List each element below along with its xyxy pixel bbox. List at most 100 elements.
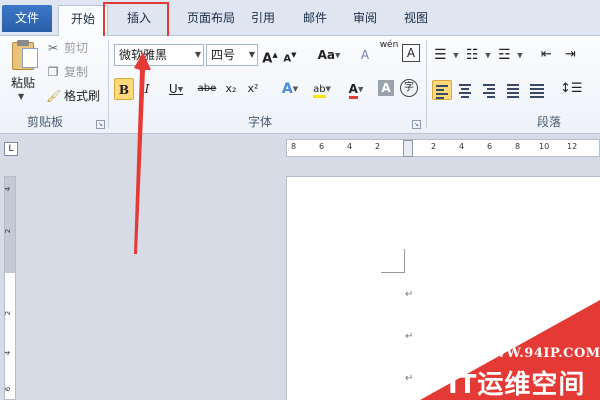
underline-button[interactable]: U▼	[162, 78, 190, 100]
character-border-button[interactable]: A	[402, 44, 420, 62]
format-painter-button[interactable]: 🖌 格式刷	[46, 86, 100, 106]
ruler-number: 2	[431, 142, 437, 151]
multilevel-dropdown-icon[interactable]: ▼	[516, 46, 524, 64]
decrease-indent-icon: ⇤	[541, 47, 552, 62]
tab-selector-button[interactable]: L	[4, 142, 18, 156]
copy-icon: ❐	[47, 65, 59, 79]
superscript-button[interactable]: x²	[244, 78, 262, 100]
tab-view[interactable]: 视图	[390, 5, 442, 33]
chevron-down-icon: ▼	[248, 50, 255, 59]
change-case-button[interactable]: Aa▼	[314, 44, 344, 66]
text-effects-icon: A	[281, 81, 293, 97]
horizontal-ruler[interactable]: 8 6 4 2 2 4 6 8 10 12	[286, 139, 600, 157]
clear-format-button[interactable]: A	[356, 44, 374, 66]
ruler-number: 4	[459, 142, 465, 151]
clip-icon	[17, 40, 29, 46]
clipboard-launcher-icon[interactable]: ↘	[96, 120, 105, 129]
align-left-button[interactable]	[432, 80, 452, 100]
line-spacing-button[interactable]: ↕☰	[558, 80, 584, 100]
paper-icon	[22, 48, 38, 68]
shrink-font-button[interactable]: A▼	[282, 44, 298, 66]
ruler-number: 2	[4, 228, 13, 234]
numbering-button[interactable]: ☷	[464, 46, 484, 66]
bullets-button[interactable]: ☰	[432, 46, 452, 66]
grow-font-button[interactable]: A▲	[262, 44, 278, 66]
copy-button[interactable]: ❐ 复制	[46, 62, 88, 82]
ruler-number: 4	[347, 142, 353, 151]
group-divider	[426, 40, 427, 128]
cut-label: 剪切	[64, 41, 89, 55]
ruler-number: 10	[539, 142, 550, 151]
ruler-number: 6	[4, 386, 13, 392]
ruler-number: 8	[291, 142, 297, 151]
font-launcher-icon[interactable]: ↘	[412, 120, 421, 129]
highlight-color-button[interactable]: ab▼	[308, 78, 336, 100]
align-right-button[interactable]	[480, 80, 500, 100]
paste-button[interactable]	[8, 40, 42, 70]
ruler-number: 4	[4, 186, 13, 192]
strikethrough-icon: abe	[197, 83, 217, 94]
justify-button[interactable]	[504, 80, 524, 100]
underline-icon: U	[168, 82, 178, 96]
font-group-label: 字体	[247, 115, 272, 129]
scissors-icon: ✂	[47, 41, 59, 55]
highlighter-icon: ab	[313, 84, 326, 98]
distributed-button[interactable]	[528, 80, 548, 100]
paste-dropdown-icon[interactable]: ▼	[18, 92, 24, 101]
clipboard-group-label: 剪贴板	[26, 115, 63, 129]
italic-icon: I	[144, 82, 150, 96]
enclose-characters-icon: 字	[404, 82, 414, 93]
tab-references[interactable]: 引用	[238, 5, 288, 33]
change-case-icon: Aa	[317, 48, 335, 62]
clear-format-icon: A	[360, 48, 370, 62]
ruler-number: 6	[319, 142, 325, 151]
paragraph-mark: ↵	[405, 289, 414, 300]
increase-indent-button[interactable]: ⇥	[562, 46, 582, 66]
font-name-combo[interactable]: 微软雅黑 ▼	[114, 44, 204, 66]
chevron-down-icon: ▼	[194, 50, 201, 59]
cut-button[interactable]: ✂ 剪切	[46, 38, 88, 58]
phonetic-guide-icon: wén	[379, 40, 399, 50]
enclose-characters-button[interactable]: 字	[400, 79, 418, 97]
indent-marker[interactable]	[403, 140, 413, 157]
vertical-ruler-margin	[5, 177, 15, 273]
paragraph-group-label: 段落	[536, 115, 561, 129]
paste-label[interactable]: 粘贴	[8, 74, 38, 91]
increase-indent-icon: ⇥	[565, 47, 576, 62]
paragraph-mark: ↵	[405, 373, 414, 384]
font-color-button[interactable]: A▼	[342, 78, 370, 100]
numbering-icon: ☷	[466, 47, 479, 63]
superscript-icon: x²	[247, 82, 259, 95]
align-center-button[interactable]	[456, 80, 476, 100]
tab-home[interactable]: 开始	[58, 5, 108, 37]
ribbon-home: 粘贴 ▼ ✂ 剪切 ❐ 复制 🖌 格式刷 剪贴板 ↘ 微软雅黑 ▼ 四号 ▼ A▲ A…	[0, 36, 600, 134]
numbering-dropdown-icon[interactable]: ▼	[484, 46, 492, 64]
multilevel-list-button[interactable]: ☲	[496, 46, 516, 66]
ruler-number: 12	[567, 142, 578, 151]
bullets-dropdown-icon[interactable]: ▼	[452, 46, 460, 64]
decrease-indent-button[interactable]: ⇤	[538, 46, 558, 66]
tab-file[interactable]: 文件	[2, 5, 52, 32]
tab-review[interactable]: 审阅	[340, 5, 390, 33]
character-shading-icon: A	[381, 81, 391, 95]
font-name-value: 微软雅黑	[119, 48, 168, 62]
character-shading-button[interactable]: A	[378, 80, 394, 96]
bold-button[interactable]: B	[114, 78, 134, 100]
watermark-url: WWW.94IP.COM	[476, 346, 600, 361]
italic-button[interactable]: I	[138, 78, 156, 100]
font-size-combo[interactable]: 四号 ▼	[206, 44, 258, 66]
brush-icon: 🖌	[46, 89, 62, 103]
text-effects-button[interactable]: A▼	[276, 78, 304, 100]
tab-mailings[interactable]: 邮件	[290, 5, 340, 33]
ruler-number: 2	[375, 142, 381, 151]
subscript-button[interactable]: x₂	[222, 78, 240, 100]
margin-corner-mark	[381, 249, 405, 273]
ruler-number: 4	[4, 350, 13, 356]
ruler-number: 8	[515, 142, 521, 151]
phonetic-guide-button[interactable]: wén	[378, 40, 400, 62]
watermark-logo: IT运维空间	[448, 370, 586, 400]
strikethrough-button[interactable]: abe	[196, 78, 218, 100]
vertical-ruler[interactable]: 4 2 2 4 6	[4, 176, 16, 400]
ruler-number: 2	[4, 310, 13, 316]
subscript-icon: x₂	[225, 82, 237, 95]
